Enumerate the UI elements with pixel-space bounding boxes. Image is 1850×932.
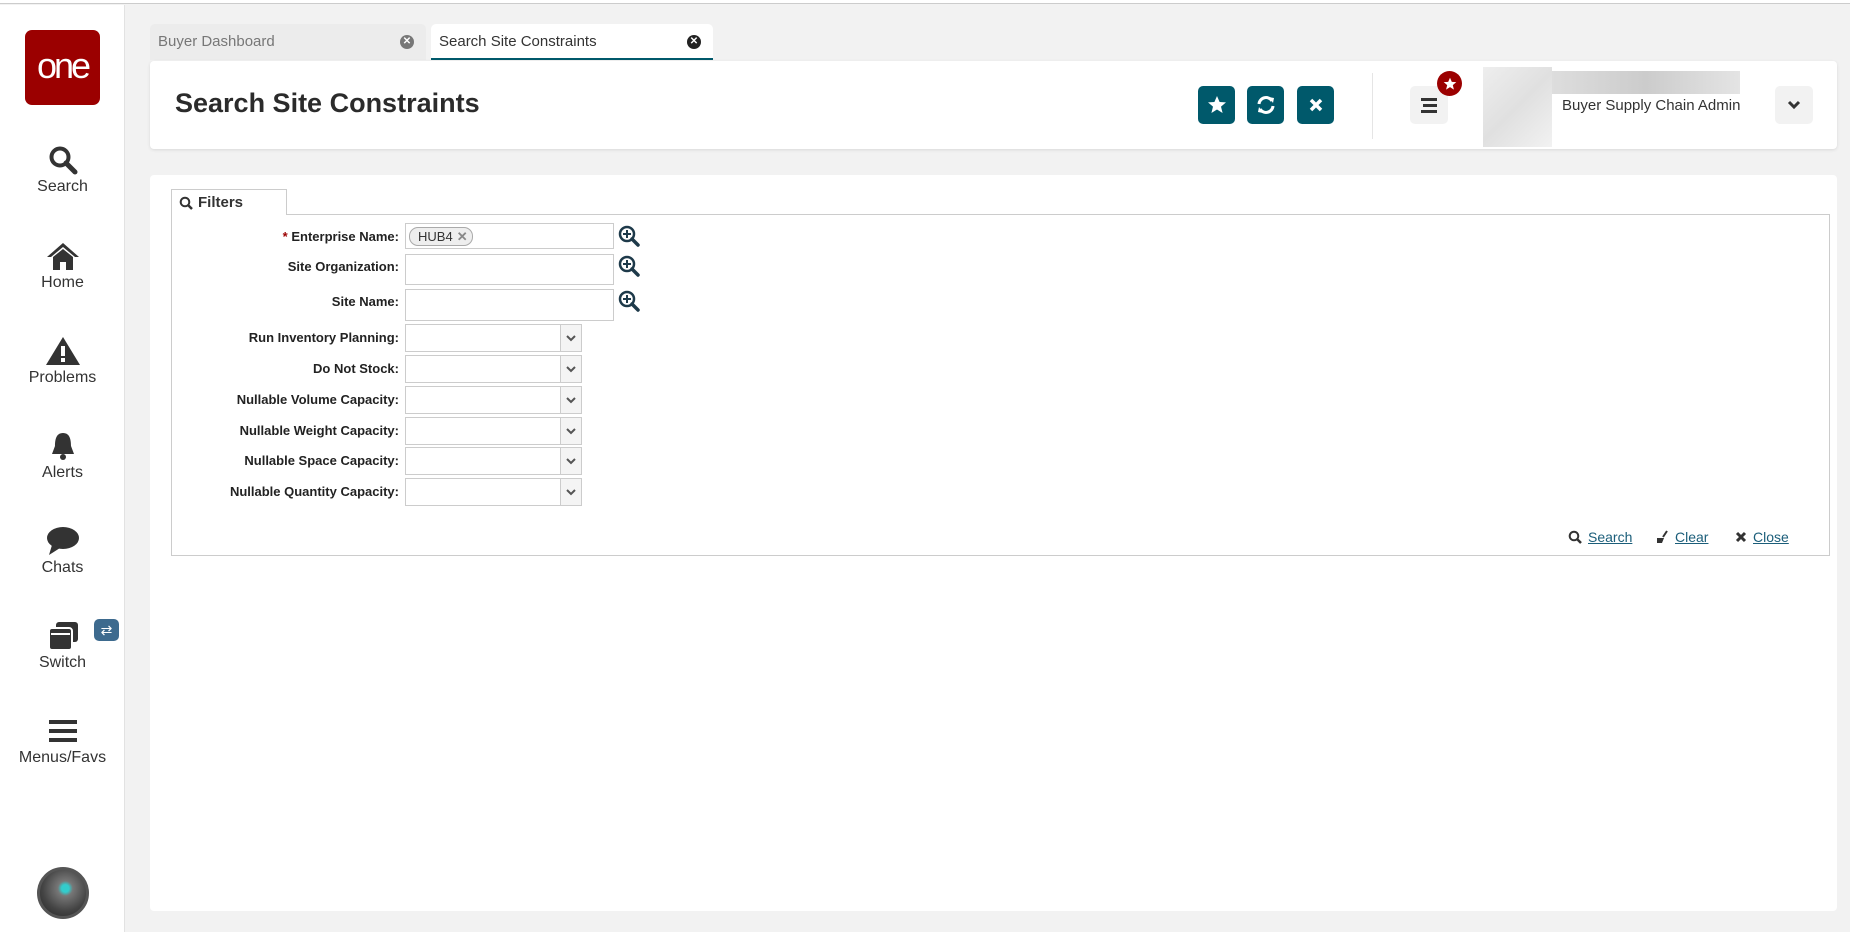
search-icon	[49, 146, 77, 175]
chevron-down-icon	[560, 448, 581, 474]
chat-icon	[46, 527, 79, 555]
blurred-user-name	[1552, 71, 1740, 94]
sidebar-item-label: Switch	[38, 654, 87, 671]
site-name-input[interactable]	[405, 289, 614, 321]
favorites-badge	[1437, 71, 1462, 96]
search-link-text[interactable]: Search	[1588, 529, 1632, 545]
refresh-button[interactable]	[1247, 86, 1284, 124]
sidebar-item-switch[interactable]: ⇄ Switch	[0, 619, 125, 672]
chevron-down-icon	[560, 356, 581, 382]
sidebar-item-label: Chats	[41, 559, 84, 576]
menu-icon	[1421, 98, 1437, 113]
tab-search-site-constraints[interactable]: Search Site Constraints ✕	[431, 24, 713, 60]
sidebar-item-search[interactable]: Search	[0, 145, 125, 196]
label-text: Enterprise Name:	[291, 229, 399, 244]
close-tab-icon[interactable]: ✕	[400, 35, 414, 49]
search-link[interactable]: Search	[1568, 529, 1632, 545]
sidebar-item-label: Alerts	[42, 464, 83, 481]
page-title: Search Site Constraints	[175, 88, 480, 118]
lookup-icon[interactable]	[618, 255, 640, 277]
close-link-text[interactable]: Close	[1753, 529, 1789, 545]
filters-tab[interactable]: Filters	[171, 189, 287, 215]
nullable-weight-capacity-label: Nullable Weight Capacity:	[239, 423, 399, 438]
blurred-user-image	[1483, 67, 1552, 147]
clear-link-text[interactable]: Clear	[1675, 529, 1708, 545]
search-icon	[1568, 530, 1582, 544]
user-dropdown-button[interactable]	[1775, 86, 1813, 124]
sidebar-item-label: Search	[37, 178, 88, 195]
browser-top-border	[0, 0, 1850, 4]
chip-text: HUB4	[418, 229, 453, 244]
remove-chip-icon[interactable]: ✕	[457, 229, 468, 244]
switch-badge: ⇄	[94, 619, 119, 641]
user-avatar[interactable]	[37, 867, 89, 919]
sidebar-item-problems[interactable]: Problems	[0, 336, 125, 387]
switch-icon	[47, 622, 78, 651]
menu-icon	[48, 720, 77, 742]
run-inventory-planning-label: Run Inventory Planning:	[248, 330, 399, 345]
run-inventory-planning-select[interactable]	[405, 324, 582, 352]
chevron-down-icon	[1787, 100, 1801, 110]
chevron-down-icon	[560, 479, 581, 505]
warning-icon	[45, 337, 80, 365]
nullable-space-capacity-label: Nullable Space Capacity:	[244, 453, 399, 468]
refresh-icon	[1257, 96, 1274, 114]
nullable-space-capacity-select[interactable]	[405, 447, 582, 475]
home-icon	[46, 243, 79, 270]
chevron-down-icon	[560, 325, 581, 351]
close-tab-icon[interactable]: ✕	[687, 35, 701, 49]
sidebar-item-chats[interactable]: Chats	[0, 526, 125, 577]
site-name-label: Site Name:	[331, 294, 399, 309]
star-icon	[1443, 77, 1456, 90]
enterprise-name-label: * Enterprise Name:	[283, 229, 399, 244]
sidebar-item-label: Menus/Favs	[18, 749, 107, 766]
close-icon	[1309, 98, 1322, 112]
lookup-icon[interactable]	[618, 290, 640, 312]
sidebar-item-home[interactable]: Home	[0, 241, 125, 292]
sidebar-item-label: Home	[41, 274, 84, 291]
required-mark: *	[282, 229, 288, 244]
clear-link[interactable]: Clear	[1655, 529, 1708, 545]
nullable-quantity-capacity-label: Nullable Quantity Capacity:	[229, 484, 399, 499]
sidebar-item-menus-favs[interactable]: Menus/Favs	[0, 716, 125, 767]
nullable-volume-capacity-select[interactable]	[405, 386, 582, 414]
chevron-down-icon	[560, 418, 581, 444]
favorite-button[interactable]	[1198, 86, 1235, 124]
tab-label: Buyer Dashboard	[158, 33, 275, 50]
star-icon	[1207, 96, 1226, 113]
nullable-volume-capacity-label: Nullable Volume Capacity:	[236, 392, 399, 407]
close-link[interactable]: Close	[1735, 529, 1789, 545]
user-role: Buyer Supply Chain Admin	[1562, 97, 1741, 114]
search-icon	[179, 196, 193, 210]
sidebar-item-label: Problems	[28, 369, 97, 386]
close-page-button[interactable]	[1297, 86, 1334, 124]
do-not-stock-label: Do Not Stock:	[313, 361, 399, 376]
site-organization-input[interactable]	[405, 254, 614, 285]
nullable-weight-capacity-select[interactable]	[405, 417, 582, 445]
enterprise-name-input[interactable]: HUB4 ✕	[405, 223, 614, 249]
header-divider	[1372, 73, 1373, 139]
filters-tab-label: Filters	[198, 194, 244, 211]
filters-panel: Filters * Enterprise Name: HUB4 ✕ Site Or…	[150, 175, 1837, 911]
bell-icon	[51, 433, 74, 460]
broom-icon	[1657, 530, 1668, 543]
sidebar: one Search Home Problems Alerts Chats ⇄ …	[0, 5, 125, 932]
nullable-quantity-capacity-select[interactable]	[405, 478, 582, 506]
page-header: Search Site Constraints Buyer Supply Cha…	[150, 61, 1837, 149]
do-not-stock-select[interactable]	[405, 355, 582, 383]
chevron-down-icon	[560, 387, 581, 413]
tab-label: Search Site Constraints	[439, 33, 597, 50]
site-organization-label: Site Organization:	[287, 259, 399, 274]
value-chip: HUB4 ✕	[409, 227, 473, 246]
close-icon	[1735, 531, 1747, 543]
app-logo[interactable]: one	[25, 30, 100, 105]
sidebar-item-alerts[interactable]: Alerts	[0, 431, 125, 482]
lookup-icon[interactable]	[618, 225, 640, 247]
tab-buyer-dashboard[interactable]: Buyer Dashboard ✕	[150, 24, 426, 60]
